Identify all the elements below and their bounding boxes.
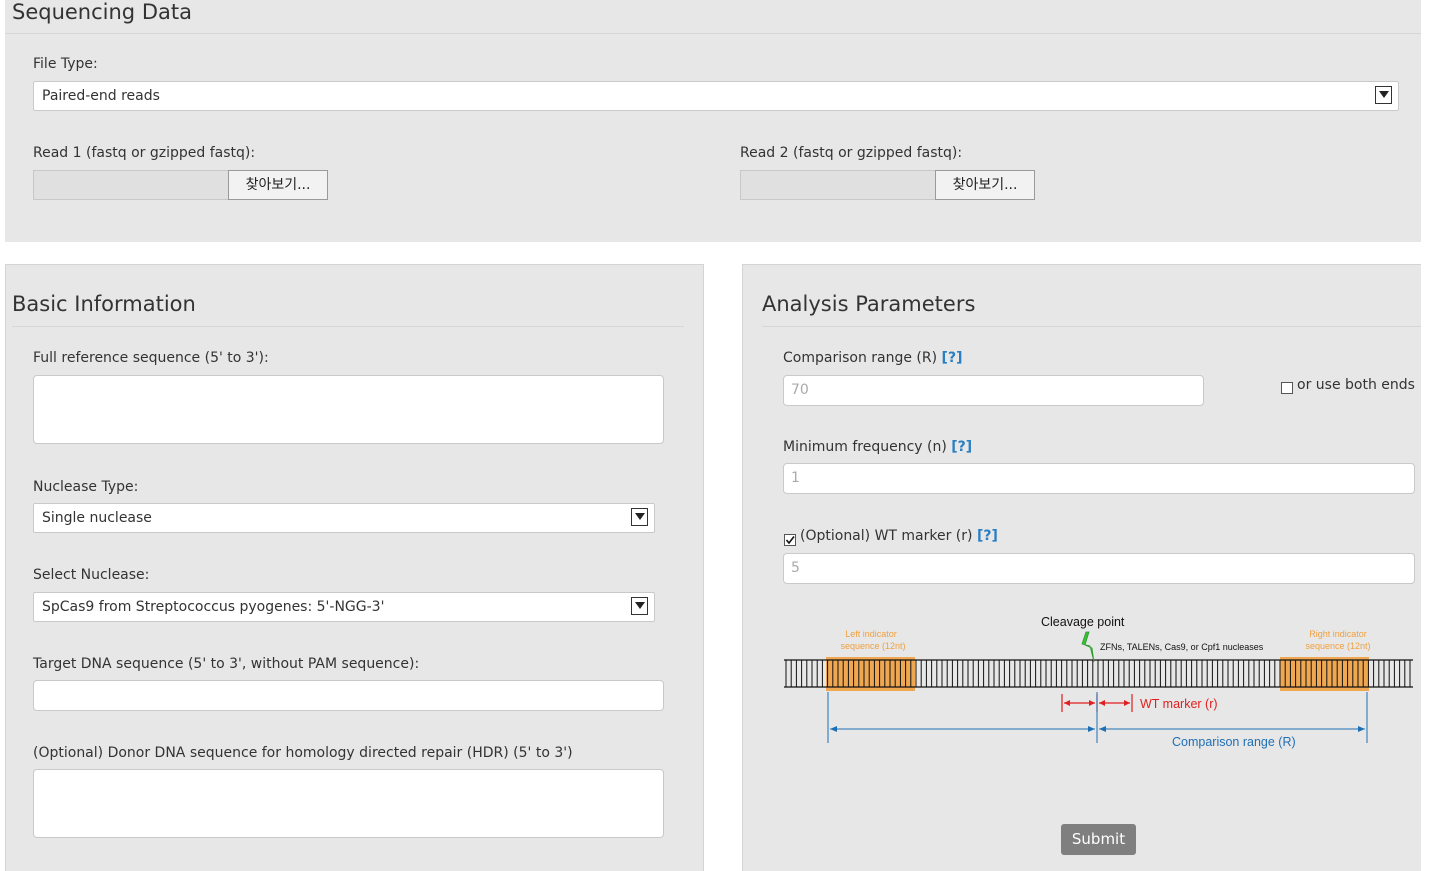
donor-dna-textarea[interactable] — [33, 769, 664, 838]
nuclease-type-select[interactable]: Single nuclease — [33, 503, 655, 533]
wt-marker-arrowhead-1 — [1064, 700, 1070, 706]
cleavage-diagram: Cleavage point ZFNs, TALENs, Cas9, or Cp… — [784, 615, 1413, 749]
wt-marker-text: WT marker (r) — [1140, 697, 1218, 711]
right-indicator-text-1: Right indicator — [1309, 629, 1367, 639]
select-nuclease-select[interactable]: SpCas9 from Streptococcus pyogenes: 5'-N… — [33, 592, 655, 622]
wt-marker-checkbox[interactable] — [784, 534, 796, 546]
check-icon — [785, 536, 795, 545]
read1-file-display — [33, 170, 229, 200]
range-arrowhead-3 — [1099, 726, 1106, 732]
left-indicator-text-1: Left indicator — [845, 629, 897, 639]
wt-marker-label: (Optional) WT marker (r) [?] — [800, 528, 998, 544]
target-dna-label: Target DNA sequence (5' to 3', without P… — [33, 656, 420, 672]
lightning-bolt-icon — [1081, 631, 1095, 663]
select-nuclease-label: Select Nuclease: — [33, 567, 150, 583]
left-indicator-box — [826, 657, 915, 691]
nuclease-type-label: Nuclease Type: — [33, 479, 139, 495]
chevron-down-icon[interactable] — [1375, 86, 1392, 104]
basic-info-divider — [12, 326, 684, 327]
basic-info-title: Basic Information — [12, 292, 196, 316]
range-arrowhead-2 — [1088, 726, 1095, 732]
comparison-range-input[interactable]: 70 — [783, 375, 1204, 406]
file-type-value: Paired-end reads — [42, 88, 160, 104]
both-ends-checkbox[interactable] — [1281, 382, 1293, 394]
file-type-label: File Type: — [33, 56, 98, 72]
range-arrowhead-1 — [830, 726, 837, 732]
reference-sequence-label: Full reference sequence (5' to 3'): — [33, 350, 269, 366]
wt-marker-arrowhead-3 — [1099, 700, 1105, 706]
comparison-range-text: Comparison range (R) — [1172, 735, 1296, 749]
comparison-range-help-link[interactable]: [?] — [942, 350, 963, 366]
target-dna-input[interactable] — [33, 680, 664, 711]
read2-label: Read 2 (fastq or gzipped fastq): — [740, 145, 963, 161]
sequencing-divider — [5, 33, 1421, 34]
file-type-select[interactable]: Paired-end reads — [33, 81, 1399, 111]
wt-marker-input[interactable]: 5 — [783, 553, 1415, 584]
sequencing-title: Sequencing Data — [12, 0, 192, 24]
right-indicator-text-2: sequence (12nt) — [1305, 641, 1370, 651]
read2-browse-button[interactable]: 찾아보기... — [935, 170, 1035, 200]
sequencing-panel — [5, 0, 1421, 242]
range-arrowhead-4 — [1358, 726, 1365, 732]
reference-sequence-textarea[interactable] — [33, 375, 664, 444]
wt-marker-arrowhead-4 — [1124, 700, 1130, 706]
read1-label: Read 1 (fastq or gzipped fastq): — [33, 145, 256, 161]
read1-browse-button[interactable]: 찾아보기... — [228, 170, 328, 200]
comparison-range-label: Comparison range (R) [?] — [783, 350, 963, 366]
wt-marker-help-link[interactable]: [?] — [977, 528, 998, 544]
analysis-divider — [762, 326, 1421, 327]
min-frequency-input[interactable]: 1 — [783, 463, 1415, 494]
wt-marker-arrowhead-2 — [1089, 700, 1095, 706]
min-frequency-label: Minimum frequency (n) [?] — [783, 439, 973, 455]
chevron-down-icon[interactable] — [631, 508, 648, 526]
read2-file-display — [740, 170, 936, 200]
submit-button[interactable]: Submit — [1061, 824, 1136, 855]
cleavage-point-text: Cleavage point — [1041, 615, 1125, 629]
right-indicator-box — [1280, 657, 1369, 691]
chevron-down-icon[interactable] — [631, 597, 648, 615]
min-frequency-help-link[interactable]: [?] — [951, 439, 972, 455]
analysis-title: Analysis Parameters — [762, 292, 976, 316]
left-indicator-text-2: sequence (12nt) — [840, 641, 905, 651]
nucleases-text: ZFNs, TALENs, Cas9, or Cpf1 nucleases — [1100, 642, 1264, 652]
select-nuclease-value: SpCas9 from Streptococcus pyogenes: 5'-N… — [42, 599, 385, 615]
both-ends-label: or use both ends — [1297, 377, 1415, 393]
dna-ticks — [785, 660, 1411, 687]
donor-dna-label: (Optional) Donor DNA sequence for homolo… — [33, 745, 573, 761]
nuclease-type-value: Single nuclease — [42, 510, 152, 526]
